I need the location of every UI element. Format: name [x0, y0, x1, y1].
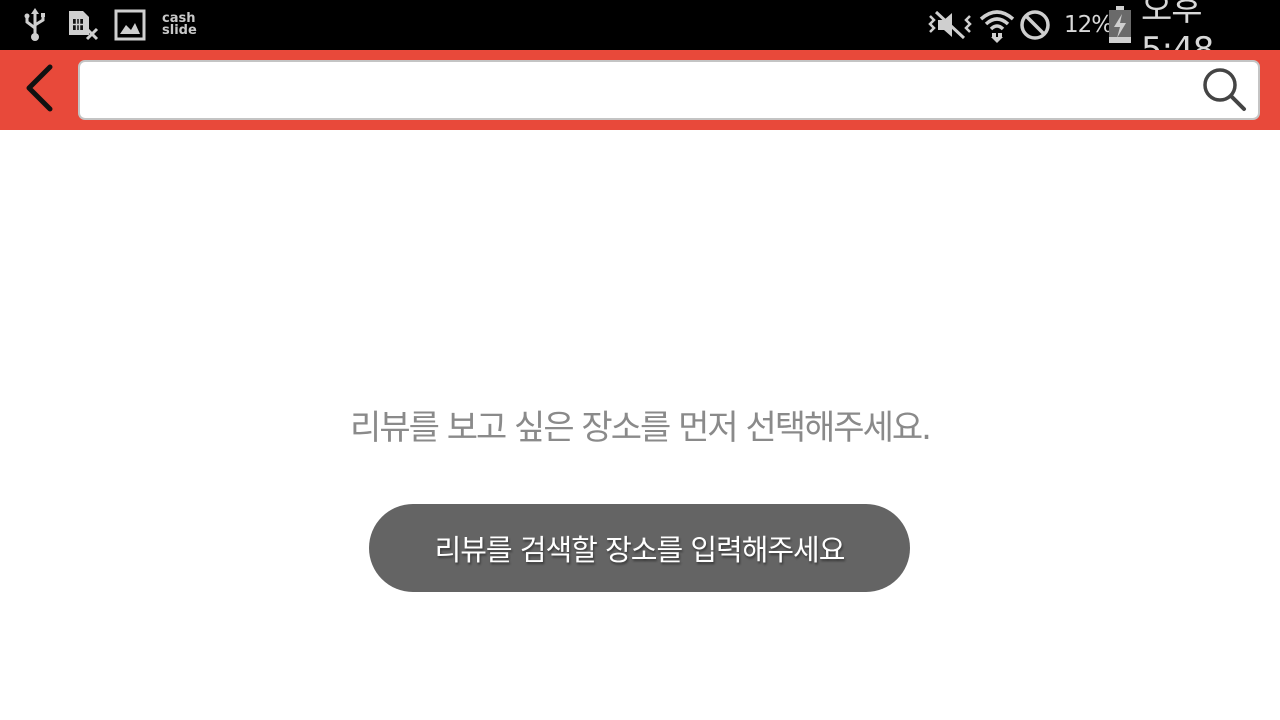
block-icon: [1018, 0, 1052, 50]
cashslide-label-line2: slide: [162, 23, 197, 38]
search-input[interactable]: [94, 62, 1198, 120]
status-bar: cash slide 12% 오후: [0, 0, 1280, 70]
battery-charging-icon: [1106, 0, 1134, 50]
search-place-button-label: 리뷰를 검색할 장소를 입력해주세요: [434, 533, 846, 567]
usb-icon: [20, 0, 50, 50]
sim-card-x-icon: [66, 0, 100, 50]
cashslide-icon: cash slide: [162, 12, 197, 38]
search-box: [78, 60, 1260, 120]
chevron-left-icon: [22, 63, 56, 117]
select-place-prompt: 리뷰를 보고 싶은 장소를 먼저 선택해주세요.: [350, 408, 932, 448]
search-icon: [1201, 66, 1247, 116]
vibrate-mute-icon: [926, 0, 974, 50]
battery-percent: 12%: [1064, 12, 1113, 38]
wifi-icon: [978, 0, 1016, 50]
app-bar: [0, 50, 1280, 130]
status-clock: 오후 5:48: [1141, 0, 1214, 70]
back-button[interactable]: [10, 60, 68, 120]
search-place-button[interactable]: 리뷰를 검색할 장소를 입력해주세요: [369, 504, 910, 592]
search-button[interactable]: [1200, 67, 1248, 115]
gallery-icon: [113, 0, 147, 50]
